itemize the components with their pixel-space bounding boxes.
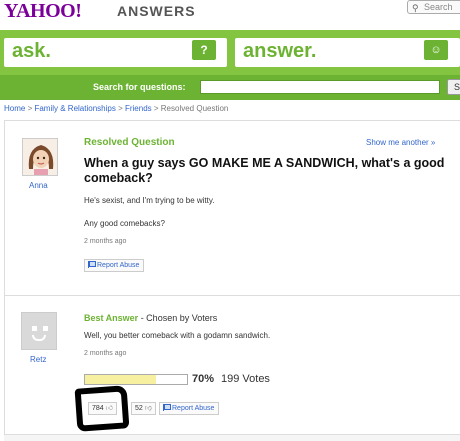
answer-label: answer. [243, 40, 317, 62]
answers-section-title[interactable]: ANSWERS [117, 3, 196, 19]
ask-label: ask. [12, 40, 51, 62]
ask-button[interactable]: ask. ? [4, 38, 227, 67]
avatar-mouth [32, 335, 46, 341]
search-input[interactable] [200, 80, 440, 94]
avatar-eye-right [43, 326, 48, 331]
resolved-heading: Resolved Question [84, 137, 175, 148]
breadcrumb-friends[interactable]: Friends [125, 104, 152, 113]
flag-icon [163, 404, 171, 411]
breadcrumb: Home > Family & Relationships > Friends … [4, 104, 229, 113]
search-button[interactable]: Sear [447, 79, 460, 95]
site-header: YAHOO! ANSWERS ⚲ Search [0, 0, 460, 32]
vote-progress-bar [84, 374, 188, 385]
top-search-placeholder: Search [424, 2, 453, 12]
breadcrumb-home[interactable]: Home [4, 104, 25, 113]
question-timestamp: 2 months ago [84, 238, 127, 245]
yahoo-logo[interactable]: YAHOO! [4, 0, 82, 23]
question-mark-icon: ? [192, 40, 216, 60]
girl-avatar-icon [23, 139, 57, 175]
avatar-eye-left [32, 326, 37, 331]
vote-progress-fill [85, 375, 157, 384]
search-icon: ⚲ [412, 3, 419, 13]
answerer-name[interactable]: Retz [30, 355, 46, 364]
question-body-line1: He's sexist, and I'm trying to be witty. [84, 196, 215, 205]
footer-strip [4, 434, 460, 441]
thumbs-down-count: 52 [135, 405, 143, 412]
answer-body: Well, you better comeback with a godamn … [84, 331, 271, 340]
answer-report-abuse-button[interactable]: Report Abuse [159, 402, 220, 415]
hand-drawn-highlight-box [74, 385, 130, 432]
breadcrumb-family[interactable]: Family & Relationships [34, 104, 115, 113]
asker-avatar[interactable] [22, 138, 58, 176]
asker-name[interactable]: Anna [29, 181, 48, 190]
question-title: When a guy says GO MAKE ME A SANDWICH, w… [84, 156, 445, 185]
answer-timestamp: 2 months ago [84, 350, 127, 357]
show-another-link[interactable]: Show me another » [366, 138, 435, 147]
report-abuse-button[interactable]: Report Abuse [84, 259, 145, 272]
report-abuse-label: Report Abuse [97, 262, 140, 269]
breadcrumb-current: Resolved Question [160, 104, 229, 113]
answer-button[interactable]: answer. ☺ [235, 38, 460, 67]
search-label: Search for questions: [93, 82, 186, 92]
smiley-icon: ☺ [424, 40, 448, 60]
answer-report-abuse-label: Report Abuse [172, 405, 215, 412]
thumbs-down-icon: 👎︎ [144, 405, 152, 412]
best-answer-heading: Best Answer - Chosen by Voters [84, 313, 217, 323]
chosen-by-label: - Chosen by Voters [138, 313, 218, 323]
top-search-box[interactable]: ⚲ Search [407, 0, 460, 14]
thumbs-down-button[interactable]: 52 👎︎ [131, 402, 156, 415]
best-answer-label: Best Answer [84, 313, 139, 323]
flag-icon [88, 261, 96, 268]
question-body-line2: Any good comebacks? [84, 219, 165, 228]
vote-count: 199 Votes [221, 373, 270, 385]
answer-divider [4, 295, 460, 296]
answerer-avatar[interactable] [21, 312, 57, 350]
vote-percent: 70% [192, 373, 215, 385]
